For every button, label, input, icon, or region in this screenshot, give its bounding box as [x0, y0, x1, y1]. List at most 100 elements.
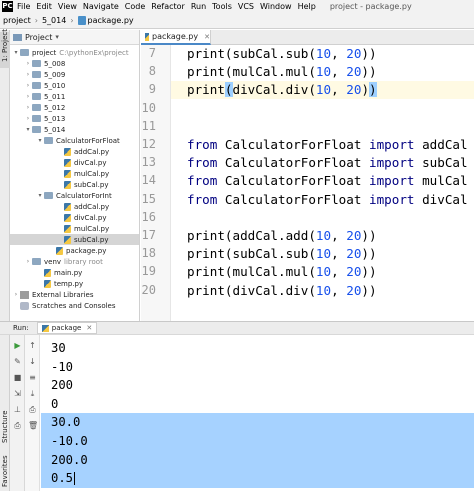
tree-item[interactable]: Scratches and Consoles: [10, 300, 139, 311]
arrow-up-icon[interactable]: ↑: [28, 341, 37, 350]
console-output-line[interactable]: 200.0: [41, 450, 474, 470]
tree-item[interactable]: subCal.py: [10, 179, 139, 190]
run-tab-package[interactable]: package ✕: [36, 322, 98, 334]
tree-item[interactable]: divCal.py: [10, 212, 139, 223]
tree-item[interactable]: ▾ project C:\pythonEx\project: [10, 47, 139, 58]
tab-package-py[interactable]: package.py ✕: [141, 30, 211, 45]
code-token: )): [361, 282, 377, 298]
close-icon[interactable]: ✕: [86, 324, 92, 332]
code-line[interactable]: print(divCal.div(10, 20)): [171, 81, 474, 100]
tree-item[interactable]: package.py: [10, 245, 139, 256]
close-icon[interactable]: ✕: [204, 33, 210, 41]
code-line[interactable]: from CalculatorForFloat import subCal: [187, 154, 468, 172]
menu-file[interactable]: File: [17, 2, 30, 11]
menu-code[interactable]: Code: [125, 2, 145, 11]
menu-run[interactable]: Run: [191, 2, 206, 11]
chevron-right-icon[interactable]: ›: [24, 104, 32, 111]
chevron-right-icon[interactable]: ›: [24, 115, 32, 122]
breadcrumb-project[interactable]: project: [3, 16, 31, 25]
code-line[interactable]: print(subCal.sub(10, 20)): [187, 45, 377, 63]
print-icon[interactable]: ⎙: [28, 405, 37, 414]
code-line[interactable]: print(divCal.div(10, 20)): [187, 282, 377, 300]
tree-item[interactable]: › 5_013: [10, 113, 139, 124]
tree-item[interactable]: › venv library root: [10, 256, 139, 267]
chevron-right-icon[interactable]: ›: [24, 71, 32, 78]
code-editor[interactable]: 7 8 9 10 11 12 13 14 15 16 17 18 19 20 print(subCal.s…: [141, 45, 474, 321]
tree-item[interactable]: subCal.py: [10, 234, 139, 245]
structure-tool-tab[interactable]: Structure: [1, 410, 9, 443]
console-output-line[interactable]: -10.0: [41, 432, 474, 451]
chevron-right-icon[interactable]: ›: [24, 82, 32, 89]
tree-item[interactable]: mulCal.py: [10, 168, 139, 179]
project-panel-title[interactable]: Project: [25, 33, 52, 42]
code-line[interactable]: from CalculatorForFloat import divCal: [187, 191, 468, 209]
code-line[interactable]: print(mulCal.mul(10, 20)): [187, 63, 377, 81]
rerun-icon[interactable]: ▶: [13, 341, 22, 350]
chevron-down-icon[interactable]: ▾: [12, 49, 20, 56]
tree-item[interactable]: divCal.py: [10, 157, 139, 168]
print-icon[interactable]: ⎙: [13, 421, 22, 430]
code-token: 10: [315, 228, 332, 243]
soft-wrap-icon[interactable]: ≡: [28, 373, 37, 382]
console-output-line[interactable]: 30: [41, 339, 66, 358]
project-tool-tab[interactable]: 1: Project: [0, 29, 10, 68]
chevron-right-icon[interactable]: ›: [24, 93, 32, 100]
folder-icon: [32, 93, 41, 100]
breadcrumb-file[interactable]: package.py: [88, 16, 134, 25]
arrow-down-icon[interactable]: ↓: [28, 357, 37, 366]
tree-item-note: C:\pythonEx\project: [59, 48, 129, 57]
tree-item[interactable]: › External Libraries: [10, 289, 139, 300]
tree-item[interactable]: › 5_009: [10, 69, 139, 80]
restore-layout-icon[interactable]: ⇲: [13, 389, 22, 398]
chevron-right-icon[interactable]: ›: [24, 60, 32, 67]
code-line[interactable]: from CalculatorForFloat import mulCal: [187, 172, 468, 190]
menu-help[interactable]: Help: [298, 2, 316, 11]
tree-item[interactable]: addCal.py: [10, 201, 139, 212]
stop-icon[interactable]: ■: [13, 373, 22, 382]
menu-edit[interactable]: Edit: [36, 2, 52, 11]
chevron-down-icon[interactable]: ▾: [24, 126, 32, 133]
code-line[interactable]: print(mulCal.mul(10, 20)): [187, 263, 377, 281]
wrench-icon[interactable]: ✎: [13, 357, 22, 366]
console-output-line[interactable]: -10: [41, 358, 73, 377]
trash-icon[interactable]: 🗑: [28, 421, 38, 430]
chevron-down-icon[interactable]: ▾: [36, 192, 44, 199]
run-console-output[interactable]: 30 -10 200 0 30.0 -10.0 200.0 0.5: [41, 335, 474, 491]
menu-refactor[interactable]: Refactor: [151, 2, 185, 11]
code-line[interactable]: from CalculatorForFloat import addCal: [187, 136, 468, 154]
console-output-line[interactable]: 0: [41, 395, 58, 414]
chevron-down-icon[interactable]: ▾: [36, 137, 44, 144]
scroll-to-end-icon[interactable]: ⤓: [28, 389, 37, 398]
tree-item[interactable]: › 5_011: [10, 91, 139, 102]
console-output-line[interactable]: 0.5: [41, 469, 474, 488]
chevron-right-icon[interactable]: ›: [12, 291, 20, 298]
chevron-down-icon[interactable]: ▾: [55, 33, 59, 41]
breadcrumb-folder[interactable]: 5_014: [42, 16, 66, 25]
tree-item[interactable]: › 5_008: [10, 58, 139, 69]
menu-vcs[interactable]: VCS: [238, 2, 254, 11]
tree-item[interactable]: main.py: [10, 267, 139, 278]
tree-item[interactable]: temp.py: [10, 278, 139, 289]
scratch-icon: [20, 301, 29, 310]
tree-item[interactable]: addCal.py: [10, 146, 139, 157]
chevron-right-icon: ›: [34, 16, 38, 25]
tree-item-label: venv: [44, 257, 62, 266]
python-file-icon: [41, 324, 49, 332]
menu-view[interactable]: View: [58, 2, 77, 11]
menu-window[interactable]: Window: [260, 2, 292, 11]
favorites-tool-tab[interactable]: Favorites: [1, 455, 9, 487]
tree-item[interactable]: mulCal.py: [10, 223, 139, 234]
tree-item[interactable]: ▾ CalculatorForFloat: [10, 135, 139, 146]
tree-item[interactable]: ▾ CalculatorForInt: [10, 190, 139, 201]
chevron-right-icon[interactable]: ›: [24, 258, 32, 265]
tree-item[interactable]: ▾ 5_014: [10, 124, 139, 135]
console-output-line[interactable]: 200: [41, 376, 73, 395]
tree-item[interactable]: › 5_012: [10, 102, 139, 113]
menu-tools[interactable]: Tools: [212, 2, 232, 11]
menu-navigate[interactable]: Navigate: [83, 2, 119, 11]
tree-item[interactable]: › 5_010: [10, 80, 139, 91]
code-line[interactable]: print(subCal.sub(10, 20)): [187, 245, 377, 263]
console-output-line[interactable]: 30.0: [41, 413, 474, 432]
code-line[interactable]: print(addCal.add(10, 20)): [187, 227, 377, 245]
pin-icon[interactable]: ⊥: [13, 405, 22, 414]
